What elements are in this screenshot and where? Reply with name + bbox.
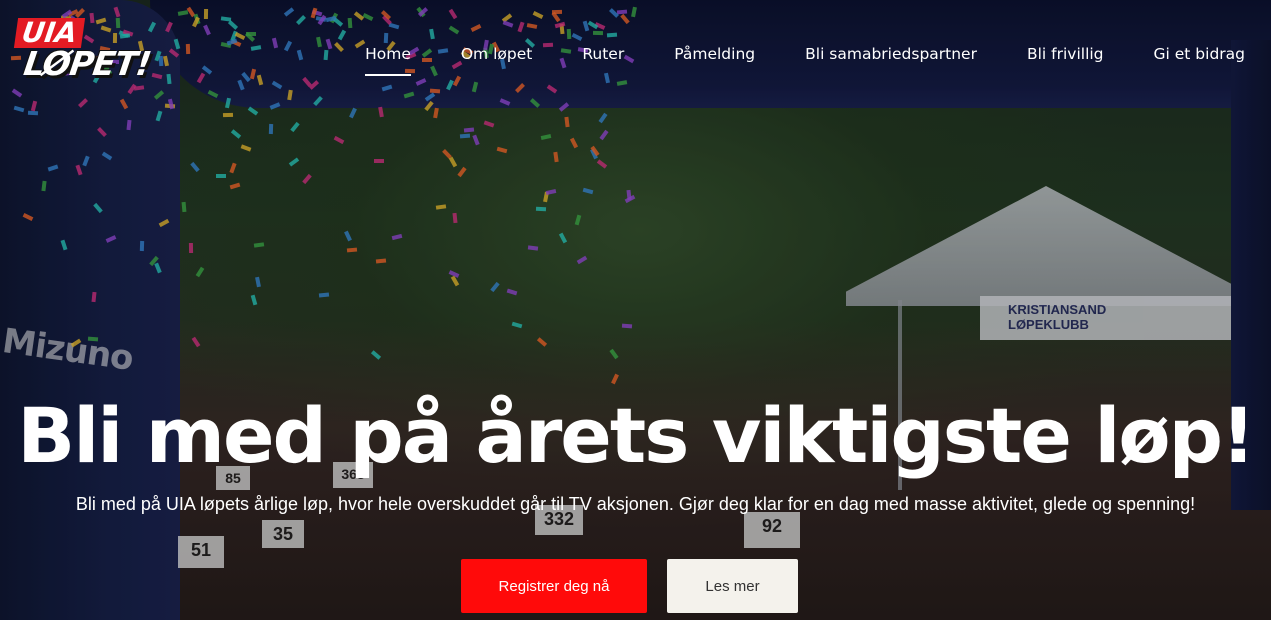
hero-overlay <box>0 0 1271 620</box>
nav-item-home[interactable]: Home <box>340 44 436 76</box>
site-logo[interactable]: UIA LØPET! <box>13 16 164 88</box>
nav-item-frivillig[interactable]: Bli frivillig <box>1002 44 1129 64</box>
register-button[interactable]: Registrer deg nå <box>461 559 647 613</box>
logo-lopet-text: LØPET! <box>21 44 154 83</box>
nav-item-samarbeidspartner[interactable]: Bli samabriedspartner <box>780 44 1002 64</box>
nav-item-gi-bidrag[interactable]: Gi et bidrag <box>1129 44 1245 64</box>
nav-item-ruter[interactable]: Ruter <box>557 44 649 64</box>
hero-subtitle: Bli med på UIA løpets årlige løp, hvor h… <box>75 494 1196 514</box>
main-nav: Home Om løpet Ruter Påmelding Bli samabr… <box>340 44 1245 76</box>
read-more-button[interactable]: Les mer <box>667 559 798 613</box>
nav-item-om-lopet[interactable]: Om løpet <box>436 44 557 64</box>
nav-item-pamelding[interactable]: Påmelding <box>649 44 780 64</box>
hero-title: Bli med på årets viktigste løp! <box>17 391 1255 480</box>
